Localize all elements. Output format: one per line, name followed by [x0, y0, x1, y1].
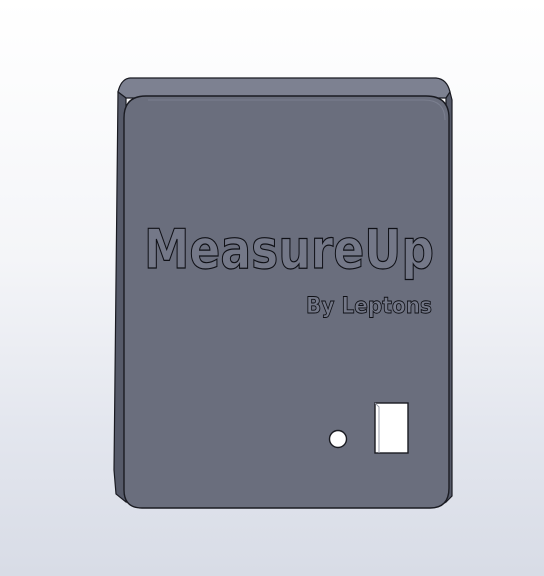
model-subtitle-text: By Leptons [306, 294, 432, 319]
model-title-text: MeasureUp [144, 218, 434, 281]
rectangular-slot-icon [374, 402, 409, 454]
enclosure-model: MeasureUp By Leptons [113, 77, 453, 509]
circle-hole-icon [328, 429, 348, 449]
enclosure-top-rim [117, 77, 451, 99]
cad-viewport[interactable]: MeasureUp By Leptons [0, 0, 544, 576]
